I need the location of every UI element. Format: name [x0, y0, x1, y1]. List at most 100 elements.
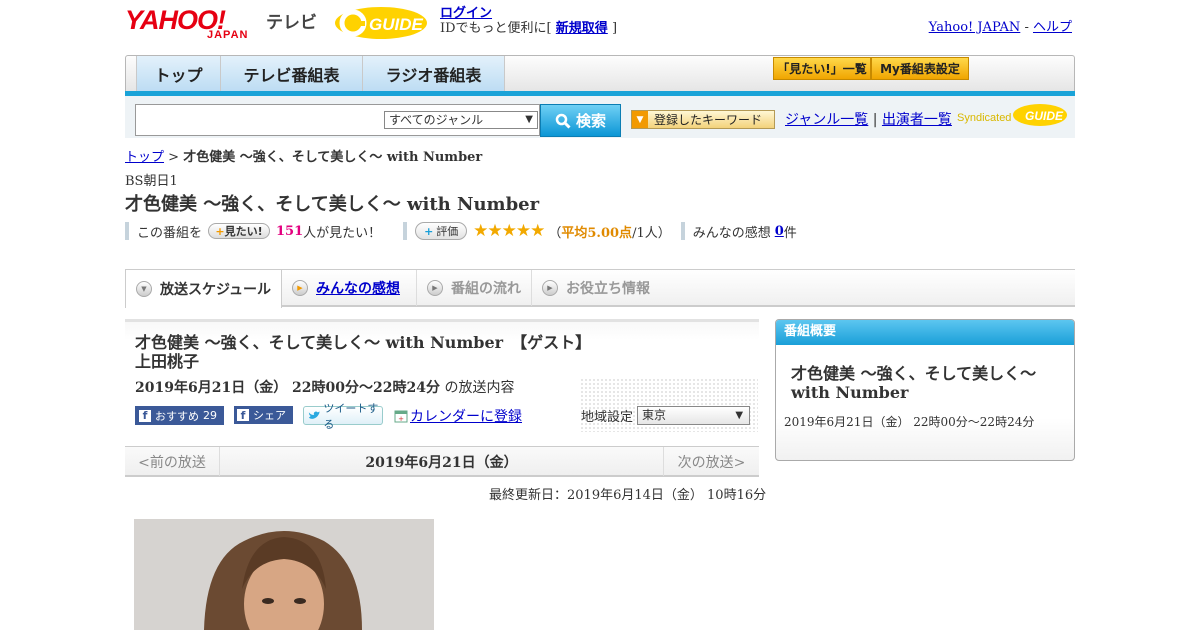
facebook-recommend-label: おすすめ	[155, 409, 199, 423]
dropdown-arrow-icon: ▼	[525, 114, 533, 125]
login-box: ログイン IDでもっと便利に[ 新規取得 ]	[440, 6, 617, 36]
region-setting: 地域設定 東京 ▼	[581, 406, 751, 425]
divider	[403, 222, 408, 240]
breadcrumb-top-link[interactable]: トップ	[125, 150, 164, 165]
broadcast-datetime: 2019年6月21日（金） 22時00分～22時24分	[135, 380, 440, 396]
rating-open: （	[548, 225, 562, 241]
tab-user-reviews-label: みんなの感想	[316, 281, 400, 297]
next-broadcast-button[interactable]: 次の放送>	[663, 447, 759, 476]
performers-list-link[interactable]: 出演者一覧	[882, 112, 952, 128]
tweet-label: ツイートする	[323, 401, 379, 431]
gguide-logo[interactable]: GUIDE	[335, 5, 431, 41]
rating-count: /1人）	[632, 225, 671, 241]
tab-broadcast-schedule[interactable]: ▼ 放送スケジュール	[125, 270, 282, 308]
top-right-links: Yahoo! JAPAN - ヘルプ	[929, 16, 1072, 35]
plus-icon: +	[215, 224, 225, 238]
search-button[interactable]: 検索	[540, 104, 621, 137]
syndicated-gguide-logo: Syndicated GUIDE	[957, 102, 1067, 128]
search-icon	[555, 113, 571, 129]
facebook-icon: f	[237, 409, 249, 422]
my-schedule-button[interactable]: My番組表設定	[871, 57, 969, 80]
facebook-recommend-count: 29	[203, 409, 217, 422]
triangle-down-icon: ▼	[632, 111, 648, 128]
calendar-register-link[interactable]: カレンダーに登録	[410, 406, 522, 426]
login-note-pre: IDでもっと便利に[	[440, 21, 552, 36]
last-updated: 最終更新日：2019年6月14日（金） 10時16分	[489, 488, 767, 503]
mitai-count: 151	[276, 223, 304, 239]
yahoo-japan-logo-text: JAPAN	[207, 29, 249, 41]
genre-select-value: すべてのジャンル	[389, 113, 484, 127]
facebook-recommend-button[interactable]: f おすすめ 29	[135, 406, 224, 425]
region-select[interactable]: 東京 ▼	[637, 406, 751, 425]
twitter-bird-icon	[308, 411, 320, 419]
registered-keywords-button[interactable]: ▼ 登録したキーワード	[631, 110, 775, 129]
genre-list-link[interactable]: ジャンル一覧	[785, 112, 868, 128]
syndicated-text: Syndicated	[957, 112, 1011, 124]
tab-program-flow-label: 番組の流れ	[451, 281, 521, 297]
rating-stars: ★★★★★	[473, 221, 545, 241]
nav-tab-tv-schedule[interactable]: テレビ番組表	[221, 56, 363, 92]
calendar-icon: +	[394, 410, 408, 423]
broadcast-pager: <前の放送 2019年6月21日（金） 次の放送>	[125, 446, 759, 477]
program-summary-heading: 番組概要	[776, 320, 1074, 345]
signup-link[interactable]: 新規取得	[556, 21, 608, 36]
divider	[680, 222, 685, 240]
kansou-label: みんなの感想	[692, 225, 771, 241]
login-note-post: ]	[611, 21, 618, 36]
guest-photo	[134, 519, 434, 630]
login-link[interactable]: ログイン	[440, 6, 492, 21]
tweet-button[interactable]: ツイートする	[303, 402, 383, 431]
syndicated-gguide-text: GUIDE	[1025, 109, 1064, 123]
program-subtabs: ▼ 放送スケジュール ▶ みんなの感想 ▶ 番組の流れ ▶ お役立ち情報	[125, 269, 1075, 308]
main-nav: トップ テレビ番組表 ラジオ番組表 「見たい!」一覧 My番組表設定	[125, 55, 1075, 92]
rating-row: この番組を + 見たい! 151 人が見たい！ + 評価 ★★★★★ （ 平均5…	[125, 221, 797, 241]
breadcrumb-separator: >	[168, 150, 180, 165]
broadcast-datetime-row: 2019年6月21日（金） 22時00分～22時24分 の放送内容	[135, 377, 514, 397]
registered-keywords-label: 登録したキーワード	[654, 113, 763, 127]
search-links: ジャンル一覧 | 出演者一覧	[785, 109, 952, 129]
divider	[125, 222, 129, 240]
nav-tab-top[interactable]: トップ	[136, 56, 221, 92]
help-link[interactable]: ヘルプ	[1033, 20, 1072, 35]
region-label: 地域設定	[581, 410, 634, 425]
kansou-suffix: 件	[783, 225, 797, 241]
broadcast-datetime-suffix: の放送内容	[444, 380, 515, 396]
search-button-label: 検索	[575, 112, 606, 130]
previous-broadcast-button[interactable]: <前の放送	[125, 447, 220, 476]
rate-button-label: 評価	[436, 225, 459, 238]
plus-icon: +	[424, 224, 434, 238]
yahoo-japan-link[interactable]: Yahoo! JAPAN	[929, 20, 1021, 35]
rating-average: 平均5.00点	[561, 225, 633, 241]
rate-button[interactable]: + 評価	[415, 222, 468, 240]
station-name: BS朝日1	[125, 174, 178, 189]
top-links-separator: -	[1024, 20, 1029, 35]
tab-user-reviews[interactable]: ▶ みんなの感想	[282, 270, 417, 306]
kansou-count-link[interactable]: 0	[775, 224, 784, 239]
triangle-right-icon: ▶	[542, 280, 558, 296]
triangle-right-icon: ▶	[427, 280, 443, 296]
facebook-icon: f	[139, 409, 151, 422]
page-title: 才色健美 ～強く、そして美しく～ with Number	[125, 194, 540, 215]
tv-logo-text[interactable]: テレビ	[266, 8, 317, 33]
program-summary-time: 2019年6月21日（金） 22時00分～22時24分	[784, 415, 1035, 429]
program-summary-panel: 番組概要 才色健美 ～強く、そして美しく～ with Number 2019年6…	[775, 319, 1075, 461]
program-summary-title: 才色健美 ～強く、そして美しく～ with Number	[791, 364, 1037, 402]
genre-select[interactable]: すべてのジャンル ▼	[384, 111, 538, 129]
nav-tab-radio-schedule[interactable]: ラジオ番組表	[363, 56, 505, 92]
broadcast-title: 才色健美 ～強く、そして美しく～ with Number 【ゲスト】上田桃子	[135, 333, 592, 371]
tab-program-flow: ▶ 番組の流れ	[417, 270, 532, 306]
broadcast-pager-date: 2019年6月21日（金）	[365, 454, 518, 471]
triangle-right-icon: ▶	[292, 280, 308, 296]
mitai-list-button[interactable]: 「見たい!」一覧	[773, 57, 871, 80]
facebook-share-label: シェア	[253, 409, 286, 422]
dropdown-arrow-icon: ▼	[735, 410, 744, 421]
facebook-share-button[interactable]: f シェア	[234, 406, 293, 424]
breadcrumb-current: 才色健美 ～強く、そして美しく～ with Number	[183, 150, 483, 165]
mitai-button[interactable]: + 見たい!	[208, 223, 271, 239]
mitai-suffix: 人が見たい！	[303, 225, 382, 241]
triangle-down-icon: ▼	[136, 281, 152, 297]
mitai-button-label: 見たい!	[224, 225, 263, 238]
tab-broadcast-schedule-label: 放送スケジュール	[160, 282, 272, 298]
kono-bangumi-label: この番組を	[137, 225, 203, 241]
calendar-register: + カレンダーに登録	[394, 406, 522, 426]
